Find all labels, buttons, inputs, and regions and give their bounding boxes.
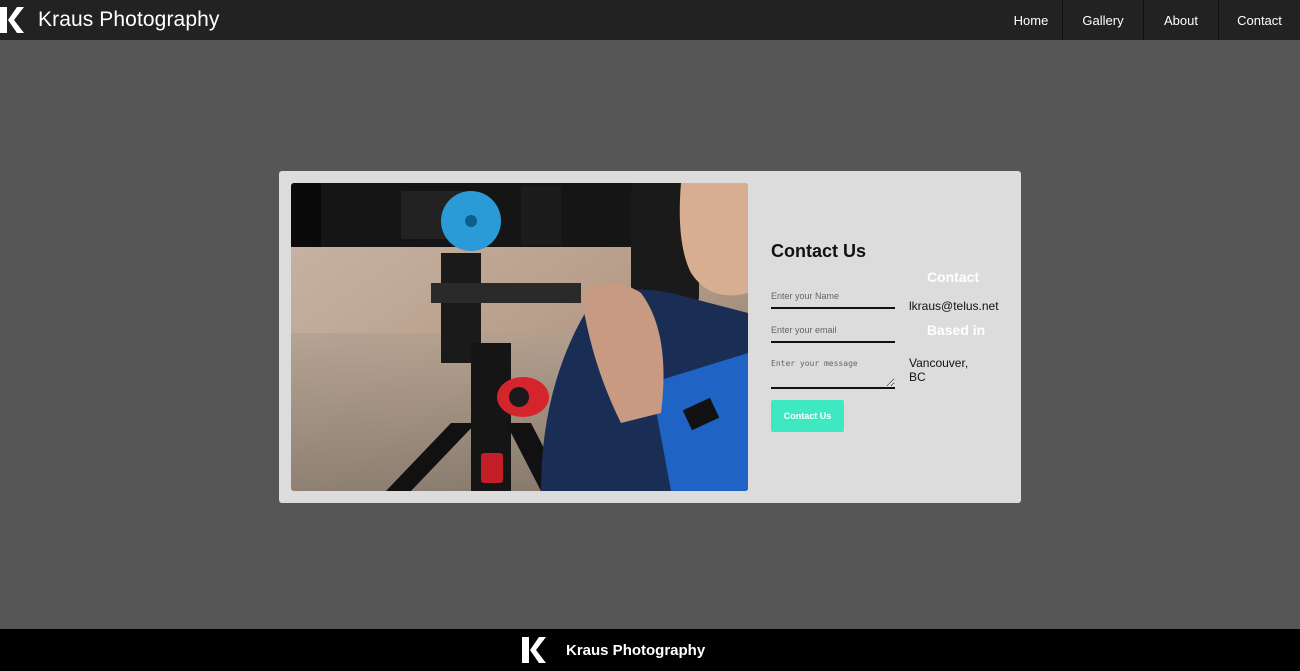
location-text: Vancouver, BC: [909, 356, 979, 384]
contact-heading: Contact: [926, 269, 980, 285]
brand-title: Kraus Photography: [38, 8, 220, 31]
contact-form-title: Contact Us: [771, 241, 867, 261]
main-nav: Home Gallery About Contact: [1000, 0, 1300, 40]
k-logo-icon: [522, 637, 546, 663]
nav-about[interactable]: About: [1143, 0, 1218, 40]
nav-home[interactable]: Home: [1000, 0, 1062, 40]
email-input[interactable]: [771, 323, 895, 343]
name-input[interactable]: [771, 289, 895, 309]
nav-contact[interactable]: Contact: [1218, 0, 1300, 40]
footer-title: Kraus Photography: [566, 641, 706, 659]
footer-brand: Kraus Photography: [521, 629, 705, 671]
brand[interactable]: Kraus Photography: [0, 0, 219, 40]
top-navigation-bar: Kraus Photography Home Gallery About Con…: [0, 0, 1300, 40]
message-textarea[interactable]: [771, 357, 895, 389]
footer: Kraus Photography: [0, 629, 1300, 671]
city-line: Vancouver,: [909, 356, 969, 370]
province-line: BC: [909, 370, 926, 384]
contact-email: lkraus@telus.net: [909, 299, 999, 313]
photographer-image: [291, 183, 748, 491]
contact-card: Contact Us Contact Us Contact lkraus@tel…: [279, 171, 1021, 503]
based-in-heading: Based in: [926, 322, 986, 338]
nav-gallery[interactable]: Gallery: [1062, 0, 1143, 40]
contact-us-button[interactable]: Contact Us: [771, 400, 844, 432]
k-logo-icon: [0, 7, 24, 33]
